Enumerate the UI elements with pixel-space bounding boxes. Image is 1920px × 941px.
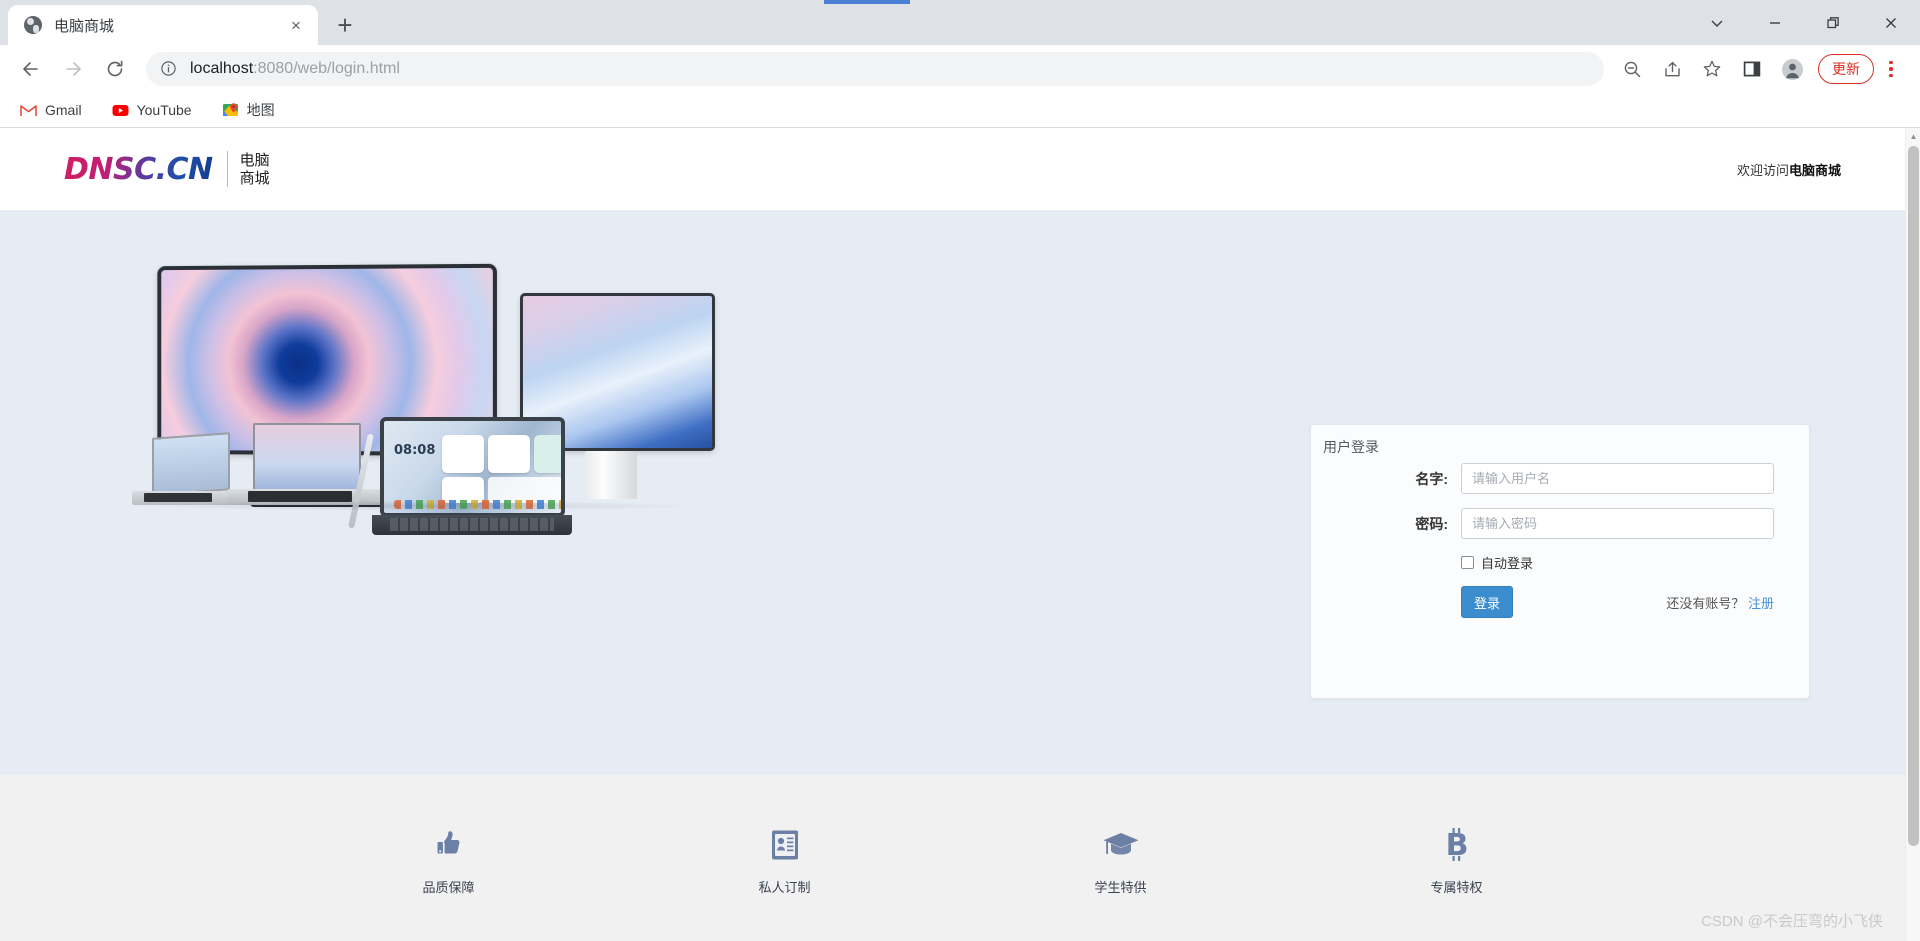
logo-chinese-name: 电脑 商城 [240, 151, 270, 187]
site-logo[interactable]: DNSC.CN 电脑 商城 [64, 151, 270, 187]
scrollbar-thumb[interactable] [1908, 146, 1919, 846]
browser-window: 电脑商城 × + localhost:8080/web/login.html 更… [0, 0, 1920, 941]
auto-login-checkbox[interactable] [1461, 556, 1474, 569]
product-shadow [140, 501, 700, 511]
auto-login-label: 自动登录 [1481, 556, 1534, 571]
login-panel-title: 用户登录 [1323, 439, 1379, 455]
username-input[interactable] [1461, 463, 1774, 494]
logo-divider [226, 151, 228, 187]
login-form: 名字: 密码: 自动登录 登录 [1311, 463, 1809, 618]
side-panel-icon[interactable] [1735, 52, 1769, 86]
login-panel: 用户登录 名字: 密码: 自动登录 [1310, 424, 1810, 699]
auto-login-row: 自动登录 [1461, 553, 1809, 572]
bitcoin-icon: B [1382, 821, 1532, 869]
laptop-left-screen [152, 432, 230, 496]
password-row: 密码: [1311, 508, 1809, 539]
google-maps-icon [222, 102, 239, 119]
bookmarks-bar: Gmail YouTube 地图 [0, 93, 1920, 128]
bookmark-maps[interactable]: 地图 [216, 96, 281, 124]
tablet-widget [488, 435, 530, 473]
site-header: DNSC.CN 电脑 商城 欢迎访问电脑商城 [0, 128, 1905, 210]
feature-label: 品质保障 [422, 879, 475, 895]
zoom-out-icon[interactable] [1615, 52, 1649, 86]
url-path: :8080/web/login.html [253, 60, 400, 77]
feature-item[interactable]: B 专属特权 [1382, 821, 1532, 896]
username-row: 名字: [1311, 463, 1809, 494]
secondary-monitor-stand [585, 451, 637, 499]
login-actions: 登录 还没有账号？ 注册 [1461, 586, 1774, 618]
id-card-icon [710, 821, 860, 869]
window-controls [1688, 0, 1920, 45]
address-bar[interactable]: localhost:8080/web/login.html [146, 52, 1604, 86]
page-viewport: DNSC.CN 电脑 商城 欢迎访问电脑商城 08:08 用户登录 名字: 请输… [0, 128, 1920, 941]
scroll-up-arrow-icon[interactable]: ▲ [1906, 128, 1920, 144]
register-prompt: 还没有账号？ 注册 [1666, 593, 1774, 612]
product-hero-image: 08:08 [132, 263, 715, 565]
tablet-keyboard [372, 515, 572, 535]
logo-cn-line1: 电脑 [239, 151, 270, 169]
youtube-icon [112, 102, 129, 119]
login-button[interactable]: 登录 [1461, 586, 1513, 618]
share-icon[interactable] [1655, 52, 1689, 86]
page-scrollbar[interactable]: ▲ [1905, 128, 1920, 941]
register-prompt-text: 还没有账号？ [1666, 595, 1745, 611]
tab-search-icon[interactable] [1688, 0, 1746, 45]
logo-cn-line2: 商城 [239, 169, 270, 187]
feature-label: 私人订制 [758, 879, 811, 895]
minimize-icon[interactable] [1746, 0, 1804, 45]
tab-strip: 电脑商城 × + [0, 0, 1920, 45]
welcome-brand: 电脑商城 [1788, 162, 1841, 178]
feature-item[interactable]: 品质保障 [374, 821, 524, 896]
laptop-middle-screen [253, 423, 361, 491]
feature-item[interactable]: 学生特供 [1046, 821, 1196, 896]
register-link[interactable]: 注册 [1748, 596, 1774, 611]
feature-label: 专属特权 [1430, 879, 1483, 895]
welcome-text: 欢迎访问电脑商城 [1737, 160, 1841, 179]
tablet-widget [534, 435, 561, 473]
web-page: DNSC.CN 电脑 商城 欢迎访问电脑商城 08:08 用户登录 名字: 请输… [0, 128, 1905, 941]
password-input[interactable] [1461, 508, 1774, 539]
kebab-menu-icon[interactable] [1876, 52, 1906, 86]
close-icon[interactable]: × [284, 13, 308, 37]
toolbar-icons: 更新 [1612, 52, 1906, 86]
logo-wordmark: DNSC.CN [64, 151, 213, 187]
browser-toolbar: localhost:8080/web/login.html 更新 [0, 45, 1920, 93]
watermark-text: CSDN @不会压弯的小飞侠 [1701, 913, 1883, 930]
back-arrow-icon[interactable] [14, 52, 48, 86]
features-section: 品质保障 私人订制 学生特供 B 专属特权 [0, 775, 1905, 941]
username-label: 名字: [1415, 470, 1448, 487]
close-icon[interactable] [1862, 0, 1920, 45]
tablet-clock: 08:08 [394, 443, 436, 458]
tab-title: 电脑商城 [54, 17, 115, 35]
browser-tab[interactable]: 电脑商城 × [8, 5, 318, 45]
gmail-icon [20, 102, 37, 119]
globe-icon [24, 16, 42, 34]
url-host: localhost [190, 60, 254, 77]
bookmark-label: Gmail [45, 102, 82, 118]
password-label: 密码: [1415, 515, 1448, 532]
bookmark-youtube[interactable]: YouTube [106, 98, 198, 123]
window-drag-accent [824, 0, 910, 4]
feature-item[interactable]: 私人订制 [710, 821, 860, 896]
hero-section: 08:08 用户登录 名字: 请输入用户名 密码: 自动登录 登录 还没有账号？… [0, 210, 1905, 775]
graduation-cap-icon [1046, 821, 1196, 869]
bookmark-gmail[interactable]: Gmail [14, 98, 88, 123]
thumbs-up-icon [374, 821, 524, 869]
profile-avatar-icon[interactable] [1775, 52, 1809, 86]
bookmark-star-icon[interactable] [1695, 52, 1729, 86]
restore-icon[interactable] [1804, 0, 1862, 45]
info-circle-icon[interactable] [160, 60, 178, 78]
reload-icon[interactable] [98, 52, 132, 86]
feature-label: 学生特供 [1094, 879, 1147, 895]
bookmark-label: YouTube [136, 102, 192, 118]
welcome-prefix: 欢迎访问 [1736, 162, 1789, 178]
svg-text:B: B [1445, 828, 1468, 863]
address-bar-text: localhost:8080/web/login.html [190, 60, 400, 78]
bookmark-label: 地图 [246, 102, 275, 118]
tablet-device: 08:08 [372, 417, 572, 535]
tablet-widget [442, 435, 484, 473]
forward-arrow-icon[interactable] [56, 52, 90, 86]
new-tab-button[interactable]: + [328, 8, 362, 42]
update-button[interactable]: 更新 [1818, 54, 1874, 84]
